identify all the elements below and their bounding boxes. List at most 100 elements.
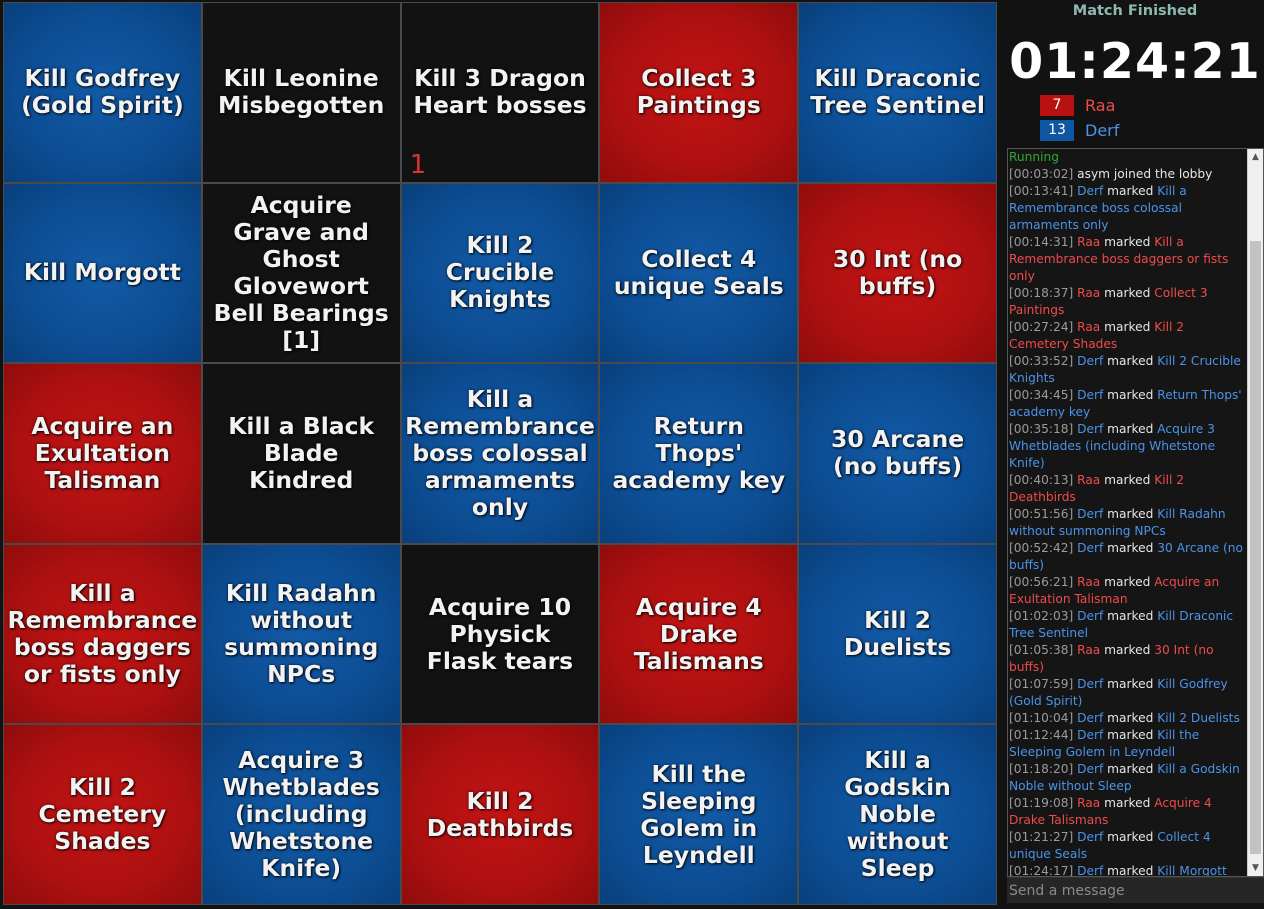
log-entry: [01:24:17] Derf marked Kill Morgott [1009,863,1247,877]
board-cell[interactable]: Kill Morgott [4,183,201,363]
message-input[interactable] [1007,877,1264,903]
log-entry: [00:35:18] Derf marked Acquire 3 Whetbla… [1009,421,1247,472]
board-cell[interactable]: Kill a Godskin Noble without Sleep [799,725,996,904]
board-cell[interactable]: Kill 2 Cemetery Shades [4,725,201,904]
board-cell[interactable]: Collect 4 unique Seals [600,183,798,363]
log-entry: [01:19:08] Raa marked Acquire 4 Drake Ta… [1009,795,1247,829]
log-text: Derf [1073,728,1104,742]
board-cell-label: Kill the Sleeping Golem in Leyndell [640,759,758,869]
board-cell-label: Acquire 3 Whetblades (including Whetston… [222,746,380,883]
log-timestamp: [01:10:04] [1009,711,1074,725]
board-cell-label: Kill 2 Crucible Knights [445,231,555,314]
cell-counter: 1 [409,149,427,180]
board-cell-label: Kill Draconic Tree Sentinel [810,64,985,120]
sidebar: Match Finished 01:24:21 7 Raa 13 Derf Ru… [1000,0,1264,909]
board-cell-label: Acquire 4 Drake Talismans [633,592,764,675]
board-cell-label: Kill 2 Cemetery Shades [38,773,167,856]
board-cell[interactable]: Kill a Remembrance boss daggers or fists… [4,544,201,724]
log-entry: [00:52:42] Derf marked 30 Arcane (no buf… [1009,540,1247,574]
board-cell[interactable]: 30 Arcane (no buffs) [799,364,996,543]
log-text: marked [1100,235,1155,249]
board-cell[interactable]: Kill Draconic Tree Sentinel [799,3,996,182]
board-cell[interactable]: Return Thops' academy key [600,364,798,543]
log-entry: [01:21:27] Derf marked Collect 4 unique … [1009,829,1247,863]
bingo-board: Kill Godfrey (Gold Spirit) Kill Leonine M… [3,2,997,905]
log-entry: [01:07:59] Derf marked Kill Godfrey (Gol… [1009,676,1247,710]
board-cell[interactable]: Kill 2 Crucible Knights [401,183,599,363]
match-status: Match Finished [1072,3,1198,19]
player-derf: 13 Derf [1040,119,1119,141]
log-timestamp: [01:24:17] [1009,864,1074,877]
log-entry: [00:13:41] Derf marked Kill a Remembranc… [1009,183,1247,234]
board-cell[interactable]: Kill the Sleeping Golem in Leyndell [600,725,798,904]
scroll-up-icon[interactable]: ▲ [1248,149,1263,165]
log-entry: Running [1009,149,1247,166]
log-text: Derf [1073,864,1104,877]
scroll-down-icon[interactable]: ▼ [1248,860,1263,876]
log-entry: [00:40:13] Raa marked Kill 2 Deathbirds [1009,472,1247,506]
log-entry: [01:10:04] Derf marked Kill 2 Duelists [1009,710,1247,727]
board-cell[interactable]: Acquire Grave and Ghost Glovewort Bell B… [202,183,400,363]
board-cell-label: Kill 2 Duelists [843,606,952,662]
log-text: Derf [1073,388,1104,402]
player-raa: 7 Raa [1040,94,1115,116]
board-cell-label: Kill a Black Blade Kindred [228,411,375,494]
log-timestamp: [00:56:21] [1009,575,1074,589]
board-cell-label: Acquire Grave and Ghost Glovewort Bell B… [213,190,389,354]
board-cell[interactable]: 30 Int (no buffs) [799,183,996,363]
log-text: Derf [1073,422,1104,436]
board-cell[interactable]: Acquire 10 Physick Flask tears [401,544,599,724]
board-cell[interactable]: Kill 2 Duelists [799,544,996,724]
board-cell[interactable]: Kill a Black Blade Kindred [202,364,400,543]
board-cell-label: Kill Godfrey (Gold Spirit) [21,64,184,120]
board-cell[interactable]: Kill a Remembrance boss colossal armamen… [401,364,599,543]
player-name: Derf [1085,120,1120,140]
match-timer: 01:24:21 [1009,33,1261,90]
log-entry: [01:05:38] Raa marked 30 Int (no buffs) [1009,642,1247,676]
board-cell-label: Kill a Godskin Noble without Sleep [844,746,951,883]
log-text: Derf [1073,541,1104,555]
board-cell[interactable]: Kill Radahn without summoning NPCs [202,544,400,724]
log-timestamp: [01:21:27] [1009,830,1074,844]
log-entry: [00:18:37] Raa marked Collect 3 Painting… [1009,285,1247,319]
log-entry: [00:34:45] Derf marked Return Thops' aca… [1009,387,1247,421]
board-cell-label: Kill 2 Deathbirds [426,786,574,842]
board-cell-label: Acquire an Exultation Talisman [31,411,174,494]
log-text: marked [1100,643,1155,657]
board-cell[interactable]: Kill 3 Dragon Heart bosses 1 [401,3,599,182]
board-cell[interactable]: Kill 2 Deathbirds [401,725,599,904]
log-text: marked [1103,711,1158,725]
log-timestamp: [00:52:42] [1009,541,1074,555]
board-cell[interactable]: Acquire an Exultation Talisman [4,364,201,543]
player-score: 7 [1040,94,1074,116]
log-text: asym joined the lobby [1073,167,1213,181]
log-text: Derf [1073,354,1104,368]
board-cell[interactable]: Acquire 4 Drake Talismans [600,544,798,724]
log-text: Kill Morgott [1157,864,1227,877]
board-cell-label: Acquire 10 Physick Flask tears [426,592,574,675]
board-cell-label: 30 Int (no buffs) [832,244,963,300]
chat-log-lines: Running [00:03:02] asym joined the lobby[… [1009,149,1247,877]
board-cell[interactable]: Kill Leonine Misbegotten [202,3,400,182]
log-timestamp: [00:03:02] [1009,167,1074,181]
log-text: Derf [1073,711,1104,725]
log-entry: [00:03:02] asym joined the lobby [1009,166,1247,183]
log-text: Raa [1073,235,1101,249]
board-cell-label: Kill Radahn without summoning NPCs [224,579,379,689]
log-timestamp: [00:40:13] [1009,473,1074,487]
scroll-thumb[interactable] [1250,241,1261,854]
board-cell[interactable]: Acquire 3 Whetblades (including Whetston… [202,725,400,904]
log-entry: [00:14:31] Raa marked Kill a Remembrance… [1009,234,1247,285]
log-timestamp: [00:35:18] [1009,422,1074,436]
log-timestamp: [01:05:38] [1009,643,1074,657]
log-timestamp: [00:13:41] [1009,184,1074,198]
log-timestamp: [00:14:31] [1009,235,1074,249]
log-timestamp: [01:02:03] [1009,609,1074,623]
log-text: Raa [1073,286,1101,300]
log-text: marked [1103,762,1158,776]
chat-scrollbar[interactable]: ▲ ▼ [1247,149,1263,876]
board-cell[interactable]: Kill Godfrey (Gold Spirit) [4,3,201,182]
log-text: marked [1103,541,1158,555]
chat-log[interactable]: Running [00:03:02] asym joined the lobby[… [1007,148,1264,877]
board-cell[interactable]: Collect 3 Paintings [600,3,798,182]
